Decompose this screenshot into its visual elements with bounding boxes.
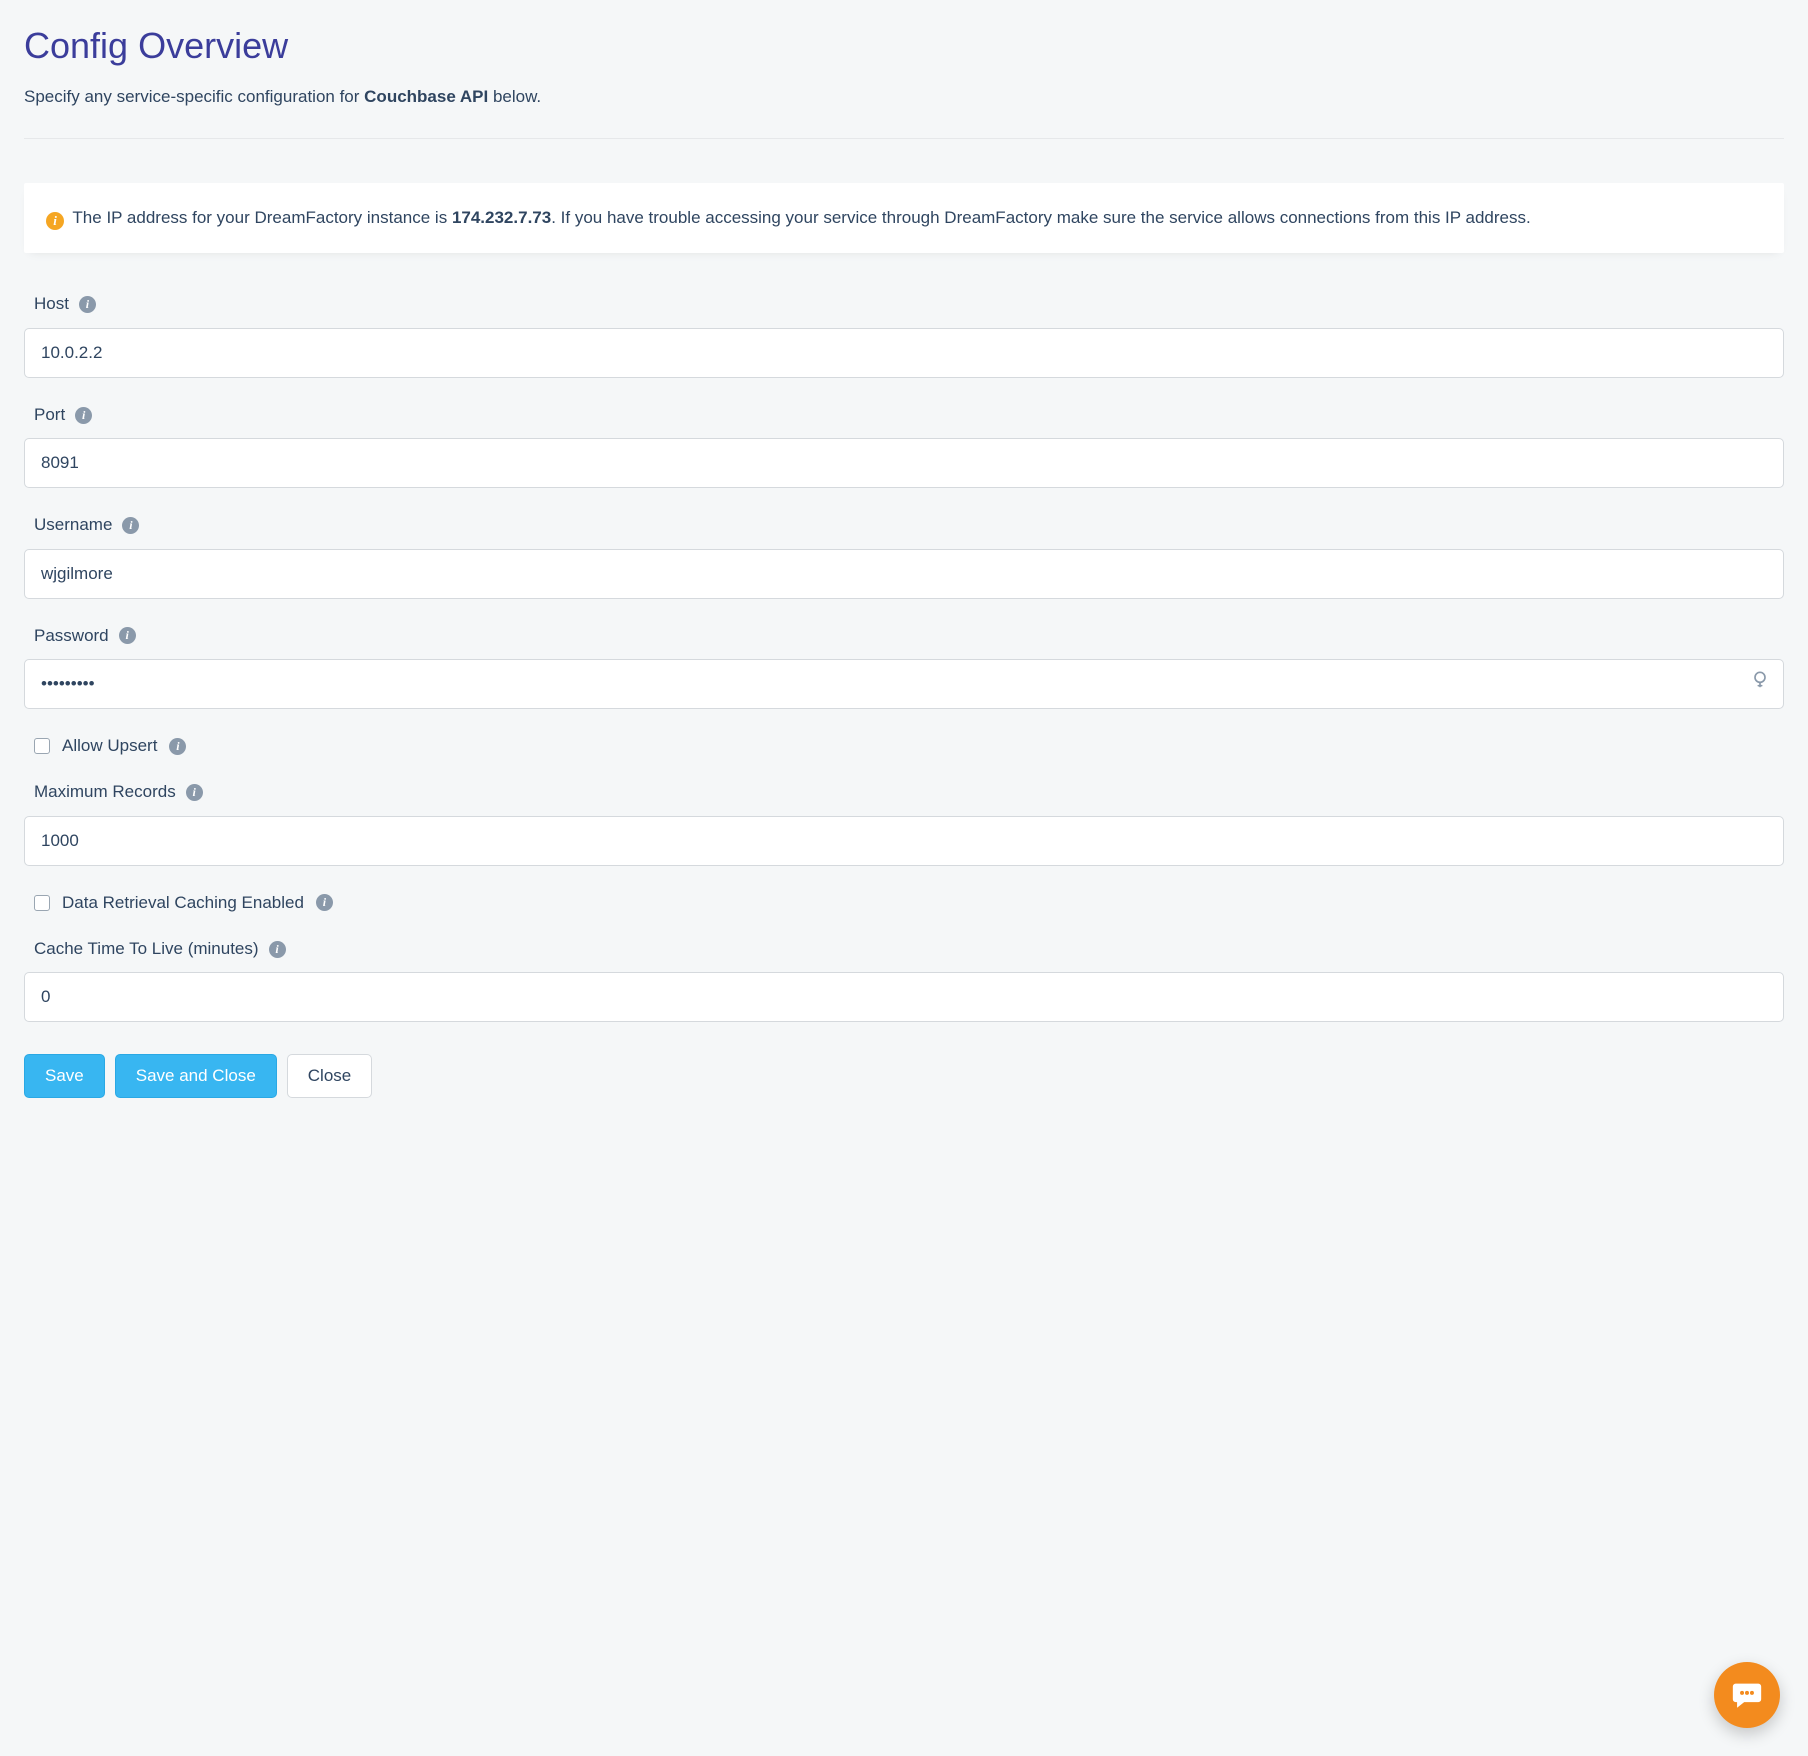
chat-icon bbox=[1730, 1678, 1764, 1712]
info-text-pre: The IP address for your DreamFactory ins… bbox=[72, 208, 452, 227]
allow-upsert-checkbox[interactable] bbox=[34, 738, 50, 754]
max-records-input[interactable] bbox=[24, 816, 1784, 866]
host-label: Host i bbox=[34, 291, 1784, 317]
port-label-text: Port bbox=[34, 402, 65, 428]
max-records-label: Maximum Records i bbox=[34, 779, 1784, 805]
username-label-text: Username bbox=[34, 512, 112, 538]
info-icon[interactable]: i bbox=[269, 941, 286, 958]
save-button[interactable]: Save bbox=[24, 1054, 105, 1098]
info-icon[interactable]: i bbox=[122, 517, 139, 534]
max-records-label-text: Maximum Records bbox=[34, 779, 176, 805]
password-label: Password i bbox=[34, 623, 1784, 649]
info-text-post: . If you have trouble accessing your ser… bbox=[551, 208, 1531, 227]
password-label-text: Password bbox=[34, 623, 109, 649]
lock-icon[interactable] bbox=[1750, 670, 1770, 698]
caching-enabled-label: Data Retrieval Caching Enabled bbox=[62, 890, 304, 916]
allow-upsert-label: Allow Upsert bbox=[62, 733, 157, 759]
info-icon[interactable]: i bbox=[75, 407, 92, 424]
username-label: Username i bbox=[34, 512, 1784, 538]
info-icon[interactable]: i bbox=[316, 894, 333, 911]
info-icon: i bbox=[46, 212, 64, 230]
cache-ttl-label: Cache Time To Live (minutes) i bbox=[34, 936, 1784, 962]
close-button[interactable]: Close bbox=[287, 1054, 372, 1098]
port-label: Port i bbox=[34, 402, 1784, 428]
save-and-close-button[interactable]: Save and Close bbox=[115, 1054, 277, 1098]
page-title: Config Overview bbox=[24, 18, 1784, 74]
info-icon[interactable]: i bbox=[186, 784, 203, 801]
info-ip: 174.232.7.73 bbox=[452, 208, 551, 227]
password-input[interactable] bbox=[24, 659, 1784, 709]
cache-ttl-input[interactable] bbox=[24, 972, 1784, 1022]
cache-ttl-label-text: Cache Time To Live (minutes) bbox=[34, 936, 259, 962]
subtitle-strong: Couchbase API bbox=[364, 87, 488, 106]
caching-enabled-checkbox[interactable] bbox=[34, 895, 50, 911]
ip-info-box: i The IP address for your DreamFactory i… bbox=[24, 183, 1784, 253]
info-icon[interactable]: i bbox=[79, 296, 96, 313]
host-input[interactable] bbox=[24, 328, 1784, 378]
info-icon[interactable]: i bbox=[119, 627, 136, 644]
divider bbox=[24, 138, 1784, 139]
subtitle-pre: Specify any service-specific configurati… bbox=[24, 87, 364, 106]
username-input[interactable] bbox=[24, 549, 1784, 599]
subtitle-post: below. bbox=[488, 87, 541, 106]
page-subtitle: Specify any service-specific configurati… bbox=[24, 84, 1784, 110]
chat-button[interactable] bbox=[1714, 1662, 1780, 1728]
host-label-text: Host bbox=[34, 291, 69, 317]
info-icon[interactable]: i bbox=[169, 738, 186, 755]
port-input[interactable] bbox=[24, 438, 1784, 488]
button-row: Save Save and Close Close bbox=[24, 1054, 1784, 1098]
